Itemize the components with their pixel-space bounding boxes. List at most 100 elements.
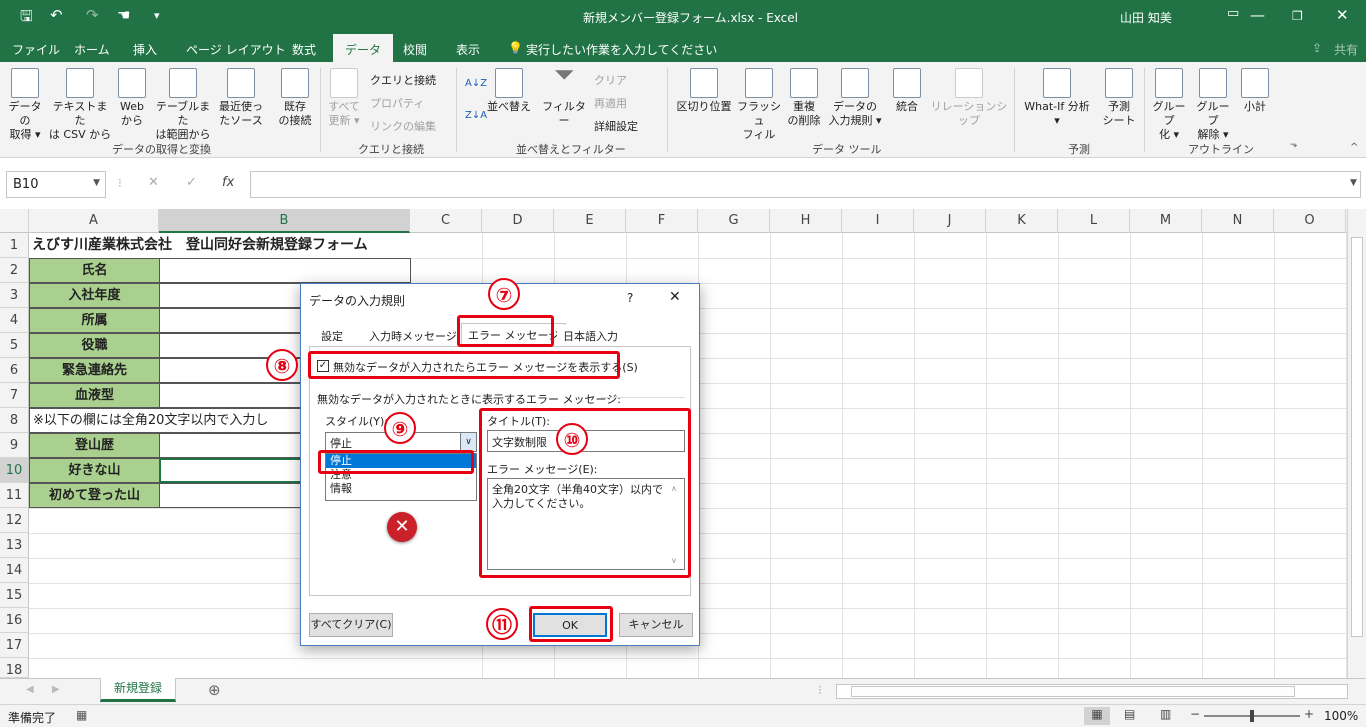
page-layout-view-icon[interactable]: ▤ [1124, 707, 1135, 721]
tab-page-layout[interactable]: ページ レイアウト [186, 41, 286, 58]
label-cell[interactable]: 登山歴 [29, 433, 160, 458]
column-header[interactable]: E [554, 209, 626, 233]
ribbon-display-icon[interactable]: ▭ [1227, 6, 1239, 21]
column-header[interactable]: B [159, 209, 410, 233]
row-header[interactable]: 2 [0, 258, 29, 283]
label-cell[interactable]: 血液型 [29, 383, 160, 408]
column-header[interactable]: D [482, 209, 554, 233]
page-break-view-icon[interactable]: ▥ [1160, 707, 1171, 721]
get-data-button[interactable]: データの 取得 ▾ [4, 68, 46, 142]
label-cell[interactable]: 氏名 [29, 258, 160, 283]
row-header[interactable]: 17 [0, 633, 29, 658]
column-header[interactable]: F [626, 209, 698, 233]
restore-icon[interactable]: ❐ [1292, 9, 1303, 23]
add-sheet-icon[interactable]: ⊕ [208, 681, 221, 699]
from-csv-button[interactable]: テキストまたは CSV から [48, 68, 112, 142]
filter-button[interactable]: ⏷ フィルター [538, 62, 590, 128]
column-header[interactable]: O [1274, 209, 1346, 233]
save-icon[interactable]: 🖫 [20, 6, 33, 31]
sort-descending-button[interactable]: Z↓A [465, 110, 487, 121]
scroll-thumb[interactable] [851, 686, 1295, 697]
macro-record-icon[interactable]: ▦ [76, 708, 87, 722]
consolidate-button[interactable]: 統合 [890, 68, 924, 114]
input-cell[interactable] [159, 258, 411, 283]
row-header[interactable]: 4 [0, 308, 29, 333]
row-header[interactable]: 12 [0, 508, 29, 533]
form-title-cell[interactable]: えびす川産業株式会社 登山同好会新規登録フォーム [32, 233, 368, 258]
tab-data[interactable]: データ [333, 34, 394, 62]
column-header[interactable]: C [410, 209, 482, 233]
zoom-level[interactable]: 100% [1324, 709, 1358, 723]
column-header[interactable]: L [1058, 209, 1130, 233]
forecast-sheet-button[interactable]: 予測 シート [1098, 68, 1140, 128]
reapply-button[interactable]: 再適用 [594, 95, 627, 111]
queries-connections-button[interactable]: クエリと接続 [370, 72, 436, 88]
undo-icon[interactable]: ↶ [50, 6, 63, 24]
style-option-info[interactable]: 情報 [326, 482, 476, 496]
formula-input[interactable] [250, 171, 1361, 198]
label-cell[interactable]: 役職 [29, 333, 160, 358]
close-window-icon[interactable]: ✕ [1336, 6, 1349, 24]
share-icon[interactable]: ⇪ [1312, 41, 1322, 55]
row-header[interactable]: 8 [0, 408, 29, 433]
scroll-thumb[interactable] [1351, 237, 1363, 637]
sort-button[interactable]: 並べ替え [486, 68, 532, 114]
sort-ascending-button[interactable]: A↓Z [465, 78, 487, 89]
row-header[interactable]: 7 [0, 383, 29, 408]
from-web-button[interactable]: Web から [114, 68, 150, 128]
column-header[interactable]: J [914, 209, 986, 233]
group-button[interactable]: グループ化 ▾ [1148, 68, 1190, 142]
collapse-ribbon-icon[interactable]: ^ [1350, 142, 1358, 153]
tab-ime[interactable]: 日本語入力 [557, 325, 624, 347]
help-icon[interactable]: ? [627, 291, 633, 305]
ungroup-button[interactable]: グループ 解除 ▾ [1192, 68, 1234, 142]
label-cell[interactable]: 入社年度 [29, 283, 160, 308]
row-header[interactable]: 14 [0, 558, 29, 583]
tab-home[interactable]: ホーム [74, 41, 110, 58]
column-header[interactable]: K [986, 209, 1058, 233]
cancel-button[interactable]: キャンセル [619, 613, 693, 637]
row-header[interactable]: 18 [0, 658, 29, 678]
clear-filter-button[interactable]: クリア [594, 72, 627, 88]
refresh-all-button[interactable]: すべて 更新 ▾ [324, 68, 364, 128]
existing-connections-button[interactable]: 既存 の接続 [274, 68, 316, 128]
minimize-icon[interactable]: — [1250, 6, 1265, 24]
column-header[interactable]: A [29, 209, 159, 233]
horizontal-scrollbar[interactable] [836, 684, 1348, 699]
row-header[interactable]: 16 [0, 608, 29, 633]
tell-me-box[interactable]: 実行したい作業を入力してください [526, 41, 717, 58]
sheet-tab[interactable]: 新規登録 [100, 678, 176, 702]
remove-duplicates-button[interactable]: 重複 の削除 [784, 68, 824, 128]
tab-review[interactable]: 校閲 [403, 41, 427, 58]
row-header[interactable]: 15 [0, 583, 29, 608]
vertical-scrollbar[interactable] [1347, 209, 1366, 678]
chevron-down-icon[interactable]: ∨ [460, 433, 476, 451]
split-handle-icon[interactable]: ⁝ [818, 683, 822, 697]
label-cell[interactable]: 好きな山 [29, 458, 160, 483]
name-box[interactable]: B10 ▼ [6, 171, 106, 198]
column-header[interactable]: M [1130, 209, 1202, 233]
redo-icon[interactable]: ↷ [86, 6, 99, 24]
chevron-down-icon[interactable]: ▼ [93, 178, 100, 188]
row-header[interactable]: 9 [0, 433, 29, 458]
clear-all-button[interactable]: すべてクリア(C) [309, 613, 393, 637]
row-header[interactable]: 1 [0, 233, 29, 258]
cancel-icon[interactable]: ✕ [148, 175, 159, 190]
customize-qat-icon[interactable]: ▾ [154, 9, 160, 22]
relationships-button[interactable]: リレーションシップ [928, 68, 1010, 128]
label-cell[interactable]: 所属 [29, 308, 160, 333]
enter-icon[interactable]: ✓ [186, 175, 197, 190]
prev-sheet-icon[interactable]: ◀ [26, 684, 34, 695]
row-header[interactable]: 13 [0, 533, 29, 558]
row-header[interactable]: 11 [0, 483, 29, 508]
column-header[interactable]: I [842, 209, 914, 233]
share-button[interactable]: 共有 [1334, 41, 1358, 58]
column-header[interactable]: H [770, 209, 842, 233]
tab-settings[interactable]: 設定 [315, 325, 349, 347]
zoom-in-icon[interactable]: + [1304, 707, 1314, 721]
row-header[interactable]: 10 [0, 458, 29, 483]
subtotal-button[interactable]: 小計 [1238, 68, 1272, 114]
close-icon[interactable]: ✕ [669, 289, 681, 305]
tab-view[interactable]: 表示 [456, 41, 480, 58]
insert-function-icon[interactable]: fx [222, 175, 234, 190]
